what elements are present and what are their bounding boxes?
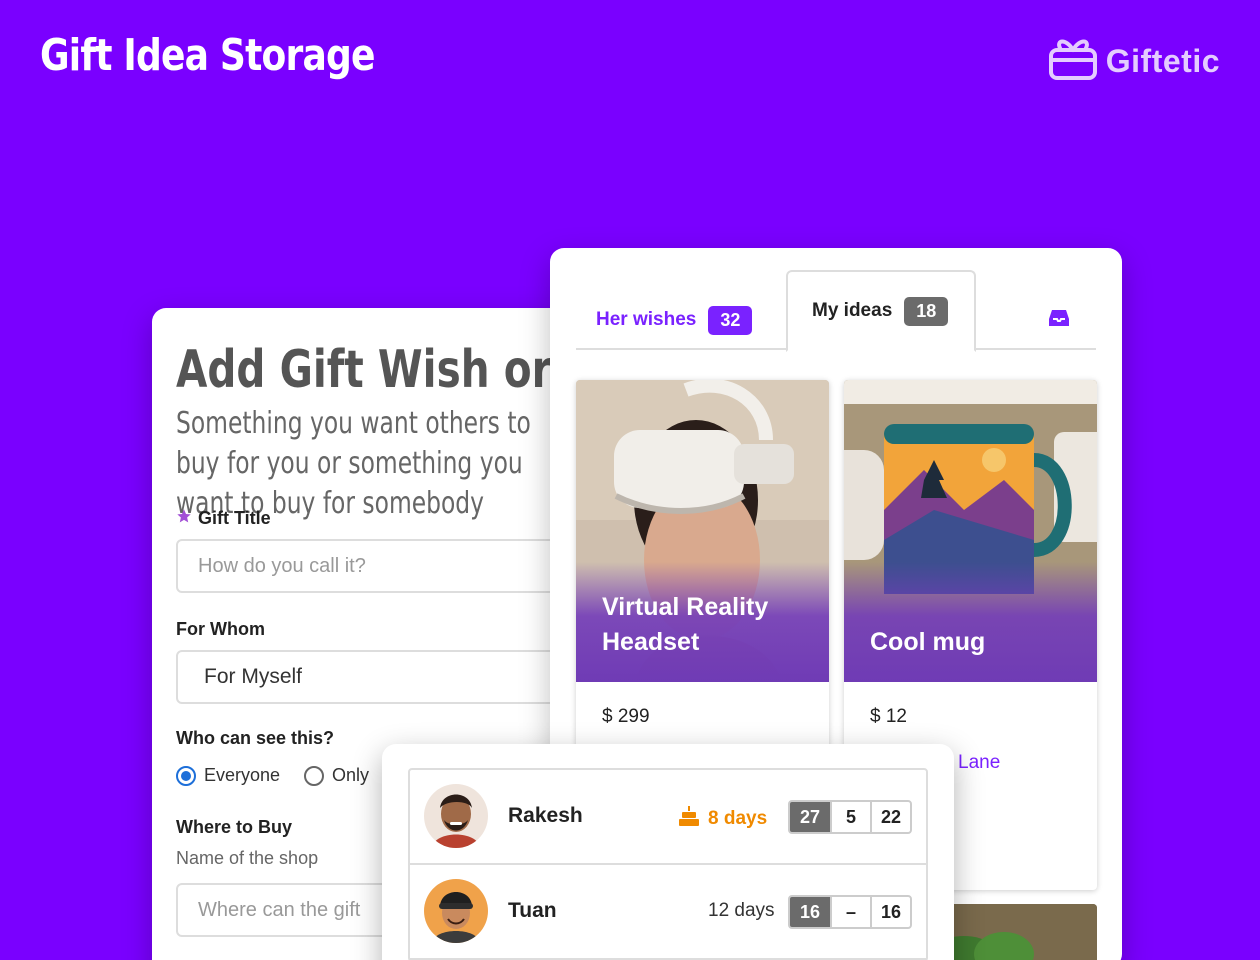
people-list: Rakesh 8 days 27 5 22 Tuan 12 days 16 – … — [408, 768, 928, 960]
tab-bar: Her wishes 32 My ideas 18 — [576, 268, 1096, 352]
date-month: 5 — [830, 802, 870, 832]
gift-price: $ 299 — [602, 706, 650, 727]
gift-photo-vr-headset: Virtual Reality Headset — [576, 380, 829, 682]
where-to-buy-label: Where to Buy — [176, 817, 293, 837]
birthday-countdown: 12 days — [708, 900, 775, 922]
days-left: 8 days — [708, 808, 768, 829]
hero-title: Gift Idea Storage — [40, 30, 375, 81]
avatar — [424, 879, 488, 943]
count-badge: 32 — [708, 305, 753, 335]
birthday-countdown: 8 days — [678, 805, 767, 833]
list-item[interactable]: Rakesh 8 days 27 5 22 — [410, 770, 926, 865]
radio-everyone[interactable] — [176, 765, 196, 786]
radio-only-label: Only — [332, 765, 370, 785]
list-item[interactable]: Tuan 12 days 16 – 16 — [410, 865, 926, 960]
shop-link[interactable]: Lane — [958, 752, 1000, 774]
date-month: – — [830, 897, 870, 927]
date-day: 16 — [790, 897, 830, 927]
visibility-label: Who can see this? — [176, 728, 335, 748]
visibility-radio-group: Everyone Only — [176, 765, 369, 786]
gift-title-overlay — [844, 562, 1097, 682]
cake-icon — [678, 805, 700, 833]
for-whom-select[interactable]: For Myself — [176, 650, 596, 704]
form-subtitle: Something you want others to buy for you… — [176, 406, 531, 521]
for-whom-label: For Whom — [176, 619, 265, 639]
days-left: 12 days — [708, 900, 775, 921]
date-year: 22 — [870, 802, 910, 832]
date-display: 27 5 22 — [788, 800, 912, 834]
date-display: 16 – 16 — [788, 895, 912, 929]
gift-price: $ 12 — [870, 706, 907, 727]
star-icon — [176, 508, 192, 529]
gift-title-input[interactable]: How do you call it? — [176, 539, 596, 593]
gift-title: Virtual Reality Headset — [602, 593, 769, 656]
gift-title-label-text: Gift Title — [198, 508, 271, 528]
brand-name: Giftetic — [1105, 43, 1220, 79]
inbox-icon[interactable] — [1048, 308, 1070, 333]
date-day: 27 — [790, 802, 830, 832]
gift-title: Cool mug — [870, 628, 986, 656]
person-name: Tuan — [508, 899, 557, 922]
gift-title-label: Gift Title — [176, 508, 271, 529]
tab-her-wishes-label: Her wishes — [596, 309, 697, 330]
tab-her-wishes[interactable]: Her wishes 32 — [596, 290, 753, 350]
radio-everyone-label: Everyone — [204, 765, 281, 785]
where-to-buy-hint: Name of the shop — [176, 848, 319, 868]
gift-box-icon — [1048, 36, 1098, 87]
date-year: 16 — [870, 897, 910, 927]
people-panel: Rakesh 8 days 27 5 22 Tuan 12 days 16 – … — [382, 744, 954, 960]
count-badge: 18 — [904, 296, 949, 326]
gift-photo-mug: Cool mug — [844, 380, 1097, 682]
radio-only[interactable] — [304, 765, 325, 786]
tab-my-ideas-label: My ideas — [812, 300, 893, 321]
brand-logo: Giftetic — [1048, 36, 1220, 87]
person-name: Rakesh — [508, 804, 583, 827]
tab-my-ideas[interactable]: My ideas 18 — [786, 270, 976, 352]
avatar — [424, 784, 488, 848]
